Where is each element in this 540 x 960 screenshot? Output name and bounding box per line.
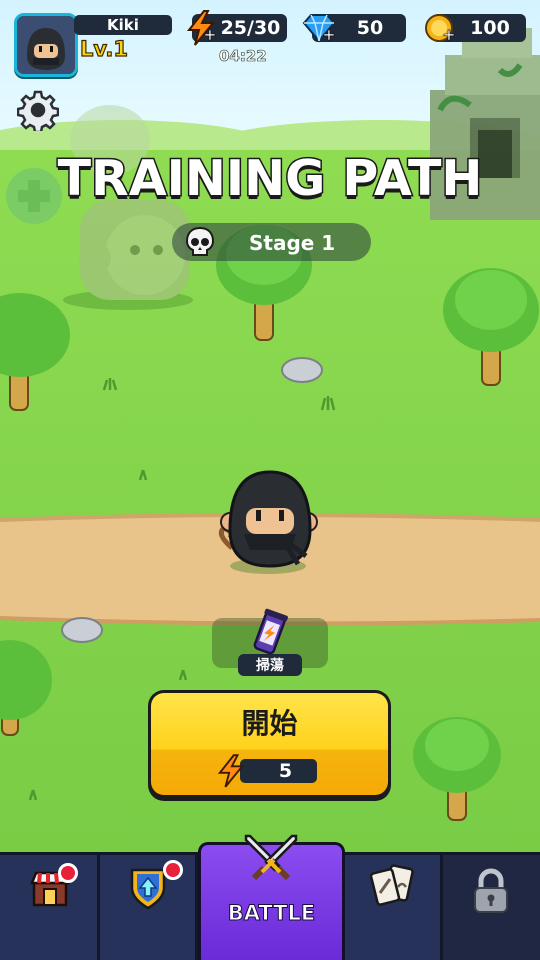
- lock-icon: [474, 868, 508, 913]
- coin-value: 100: [470, 17, 510, 39]
- upgrade-notification-badge: [163, 860, 183, 880]
- rock: [281, 357, 323, 383]
- gem-value: 50: [356, 17, 384, 39]
- shop-notification-badge: [58, 863, 78, 883]
- stage-label: Stage 1: [249, 231, 336, 255]
- add-gems-icon[interactable]: +: [322, 26, 336, 43]
- tab-battle-label: BATTLE: [227, 901, 316, 926]
- rock: [61, 617, 103, 643]
- screen-title: TRAINING PATH: [56, 149, 484, 209]
- gear-icon[interactable]: [17, 89, 59, 131]
- start-button[interactable]: 開始: [148, 690, 391, 801]
- stage-indicator: Stage 1: [172, 223, 371, 261]
- start-button-label: 開始: [241, 707, 298, 740]
- player-avatar[interactable]: [14, 13, 78, 77]
- add-energy-icon[interactable]: +: [203, 26, 217, 43]
- upgrade-shield-icon: [130, 868, 166, 910]
- training-path-scene: [0, 0, 540, 860]
- start-cost: 5: [240, 759, 317, 783]
- start-cost-value: 5: [278, 760, 293, 782]
- avatar-portrait-icon: [17, 16, 75, 74]
- player-level: Lv.1: [79, 36, 128, 61]
- skull-icon: [185, 226, 215, 256]
- energy-value: 25/30: [220, 17, 281, 39]
- lightning-icon: [217, 754, 245, 788]
- crossed-swords-icon: [244, 834, 298, 881]
- cards-icon: [369, 864, 414, 906]
- add-coins-icon[interactable]: +: [442, 26, 456, 43]
- sweep-scroll-icon: [253, 608, 288, 655]
- energy-timer: 04:22: [219, 47, 267, 66]
- sweep-label: 掃蕩: [238, 654, 302, 676]
- player-name: Kiki: [74, 15, 172, 35]
